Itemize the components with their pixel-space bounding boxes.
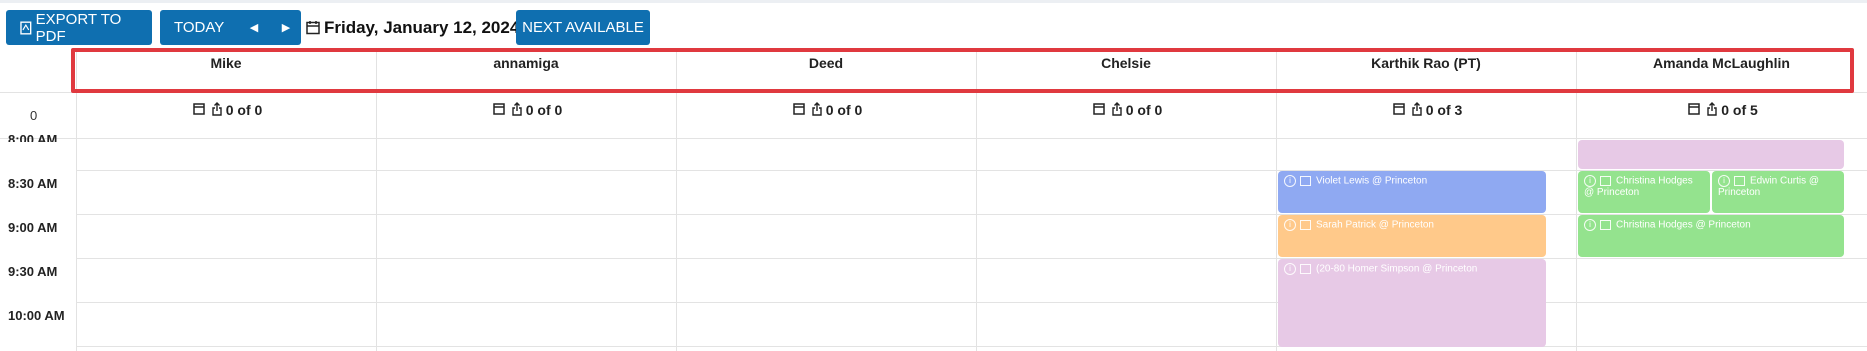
count-total: 3	[1454, 102, 1463, 118]
share-icon[interactable]	[211, 101, 223, 119]
count-value: 0	[225, 102, 234, 118]
count-total: 0	[1154, 102, 1163, 118]
prev-arrow-icon[interactable]: ◀	[240, 10, 268, 45]
current-date: Friday, January 12, 2024	[324, 17, 520, 37]
schedule-grid: Mike annamiga Deed Chelsie Karthik Rao (…	[0, 52, 1867, 351]
count-of: of	[237, 102, 251, 118]
calendar-icon[interactable]	[1734, 176, 1745, 186]
info-icon[interactable]: i	[1718, 175, 1730, 187]
count-of: of	[837, 102, 851, 118]
count-of: of	[1732, 102, 1747, 118]
top-strip	[0, 0, 1867, 3]
export-label: EXPORT TO PDF	[35, 10, 122, 45]
count-cell: 0 of 0	[76, 100, 376, 120]
time-label: 10:00 AM	[8, 308, 65, 323]
info-icon[interactable]: i	[1284, 175, 1296, 187]
count-cell: 0 of 5	[1576, 100, 1867, 120]
calendar-icon[interactable]	[1688, 102, 1700, 118]
count-value: 0	[1125, 102, 1134, 118]
next-available-button[interactable]: NEXT AVAILABLE	[516, 10, 650, 45]
column-divider	[1576, 52, 1577, 351]
count-value: 0	[825, 102, 834, 118]
row-count-label: 0	[30, 108, 38, 123]
pdf-icon	[20, 20, 32, 35]
column-divider	[376, 52, 377, 351]
time-label: 9:00 AM	[8, 220, 58, 235]
appointment[interactable]	[1578, 140, 1844, 169]
appointment[interactable]: i Christina Hodges @ Princeton	[1578, 171, 1710, 213]
column-divider	[1276, 52, 1277, 351]
info-icon[interactable]: i	[1284, 219, 1296, 231]
appointment[interactable]: i (20-80 Homer Simpson @ Princeton	[1278, 259, 1546, 347]
count-value: 0	[1721, 102, 1729, 118]
column-header-amanda[interactable]: Amanda McLaughlin	[1576, 52, 1867, 74]
count-of: of	[537, 102, 551, 118]
column-header-deed[interactable]: Deed	[676, 52, 976, 74]
date-display[interactable]: Friday, January 12, 2024	[306, 10, 519, 45]
count-value: 0	[1425, 102, 1434, 118]
calendar-icon[interactable]	[1092, 102, 1105, 118]
info-icon[interactable]: i	[1284, 263, 1296, 275]
appointment-text: Christina Hodges @ Princeton	[1616, 219, 1751, 231]
calendar-icon[interactable]	[1300, 176, 1311, 186]
share-icon[interactable]	[1111, 101, 1123, 119]
appointment[interactable]: i Christina Hodges @ Princeton	[1578, 215, 1844, 257]
today-button-group[interactable]: TODAY ◀ ▶	[160, 10, 301, 45]
column-header-mike[interactable]: Mike	[76, 52, 376, 74]
column-divider	[976, 52, 977, 351]
count-cell: 0 of 0	[976, 100, 1276, 120]
count-total: 0	[854, 102, 863, 118]
count-cell: 0 of 3	[1276, 100, 1576, 120]
appointment-text: Sarah Patrick @ Princeton	[1316, 219, 1434, 231]
count-cell: 0 of 0	[676, 100, 976, 120]
row-divider	[76, 258, 1867, 259]
column-divider	[76, 52, 77, 351]
today-label[interactable]: TODAY	[174, 19, 224, 36]
share-icon[interactable]	[511, 101, 523, 119]
row-divider	[76, 346, 1867, 347]
count-total: 5	[1750, 102, 1758, 118]
time-label: 9:30 AM	[8, 264, 58, 279]
share-icon[interactable]	[1411, 101, 1423, 119]
next-arrow-icon[interactable]: ▶	[272, 10, 300, 45]
export-pdf-button[interactable]: EXPORT TO PDF	[6, 10, 152, 45]
calendar-icon[interactable]	[1392, 102, 1405, 118]
appointment-text: Violet Lewis @ Princeton	[1316, 175, 1428, 187]
column-divider	[676, 52, 677, 351]
calendar-icon[interactable]	[792, 102, 805, 118]
count-value: 0	[525, 102, 534, 118]
calendar-icon[interactable]	[1300, 264, 1311, 274]
column-header-annamiga[interactable]: annamiga	[376, 52, 676, 74]
info-icon[interactable]: i	[1584, 219, 1596, 231]
calendar-icon[interactable]	[492, 102, 505, 118]
row-divider	[0, 92, 1867, 93]
time-label: 8:30 AM	[8, 176, 58, 191]
column-header-chelsie[interactable]: Chelsie	[976, 52, 1276, 74]
calendar-icon[interactable]	[1600, 220, 1611, 230]
info-icon[interactable]: i	[1584, 175, 1596, 187]
count-total: 0	[254, 102, 263, 118]
calendar-icon[interactable]	[1300, 220, 1311, 230]
appointment[interactable]: i Violet Lewis @ Princeton	[1278, 171, 1546, 213]
share-icon[interactable]	[811, 101, 823, 119]
row-divider	[76, 302, 1867, 303]
count-of: of	[1437, 102, 1451, 118]
calendar-icon[interactable]	[1600, 176, 1611, 186]
appointment-text: (20-80 Homer Simpson @ Princeton	[1316, 263, 1478, 275]
count-cell: 0 of 0	[376, 100, 676, 120]
row-divider	[0, 138, 1867, 139]
count-total: 0	[554, 102, 563, 118]
time-label: 8:00 AM	[8, 132, 58, 142]
appointment[interactable]: i Edwin Curtis @ Princeton	[1712, 171, 1844, 213]
calendar-icon[interactable]	[192, 102, 205, 118]
appointment[interactable]: i Sarah Patrick @ Princeton	[1278, 215, 1546, 257]
count-of: of	[1137, 102, 1151, 118]
share-icon[interactable]	[1706, 101, 1718, 119]
calendar-icon	[306, 21, 320, 35]
column-header-karthik[interactable]: Karthik Rao (PT)	[1276, 52, 1576, 74]
